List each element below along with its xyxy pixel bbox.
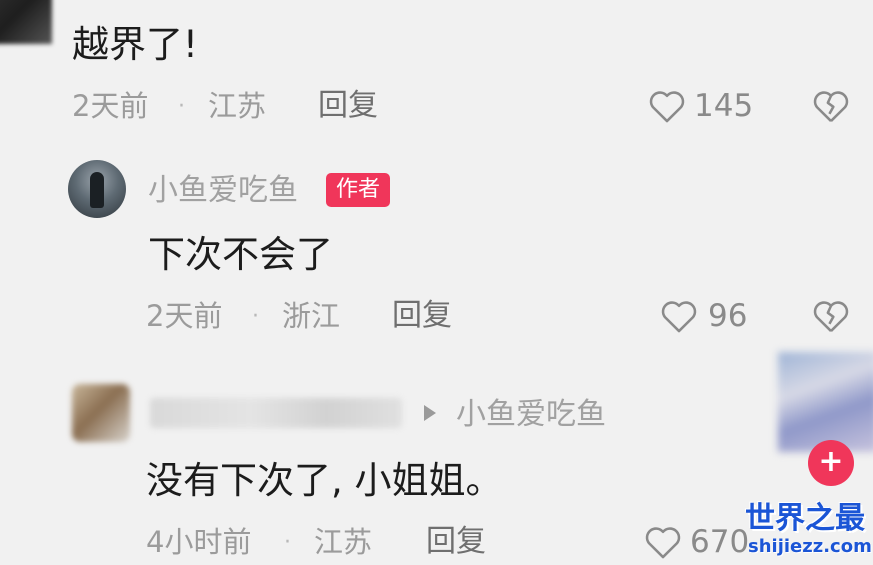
comment-time: 2天前	[146, 299, 223, 333]
comment-time: 4小时前	[146, 525, 252, 559]
meta-separator: ·	[252, 304, 259, 329]
avatar[interactable]	[72, 384, 130, 442]
like-count: 145	[694, 88, 754, 124]
author-avatar[interactable]	[68, 160, 126, 218]
avatar-figure	[90, 172, 104, 208]
reply-button[interactable]: 回复	[426, 527, 486, 557]
comment-time: 2天前	[72, 89, 149, 123]
comment-location: 浙江	[282, 299, 341, 333]
comment-location: 江苏	[314, 525, 373, 559]
follow-button[interactable]: +	[808, 440, 854, 486]
watermark-title: 世界之最	[745, 501, 865, 536]
reply-button[interactable]: 回复	[318, 91, 378, 121]
reply-to-username[interactable]: 小鱼爱吃鱼	[456, 400, 606, 430]
comment-text: 下次不会了	[148, 233, 333, 276]
comment-location: 江苏	[208, 89, 267, 123]
username-blurred[interactable]	[150, 398, 402, 428]
heart-outline-icon[interactable]	[644, 524, 682, 560]
meta-separator: ·	[178, 94, 185, 119]
watermark-url: shijiezz.com	[748, 536, 872, 557]
reply-arrow-icon	[424, 405, 436, 421]
heart-outline-icon[interactable]	[660, 298, 698, 334]
comment-text: 没有下次了, 小姐姐。	[146, 459, 503, 502]
meta-separator: ·	[284, 530, 291, 555]
like-count: 670	[690, 524, 750, 560]
author-username[interactable]: 小鱼爱吃鱼	[148, 176, 298, 206]
avatar[interactable]	[0, 0, 52, 44]
reply-button[interactable]: 回复	[392, 301, 452, 331]
broken-heart-icon[interactable]	[812, 298, 850, 334]
author-badge: 作者	[326, 173, 391, 207]
broken-heart-icon[interactable]	[812, 88, 850, 124]
heart-outline-icon[interactable]	[648, 88, 686, 124]
like-count: 96	[708, 298, 748, 334]
avatar[interactable]	[778, 352, 873, 452]
comment-text: 越界了!	[72, 23, 198, 66]
